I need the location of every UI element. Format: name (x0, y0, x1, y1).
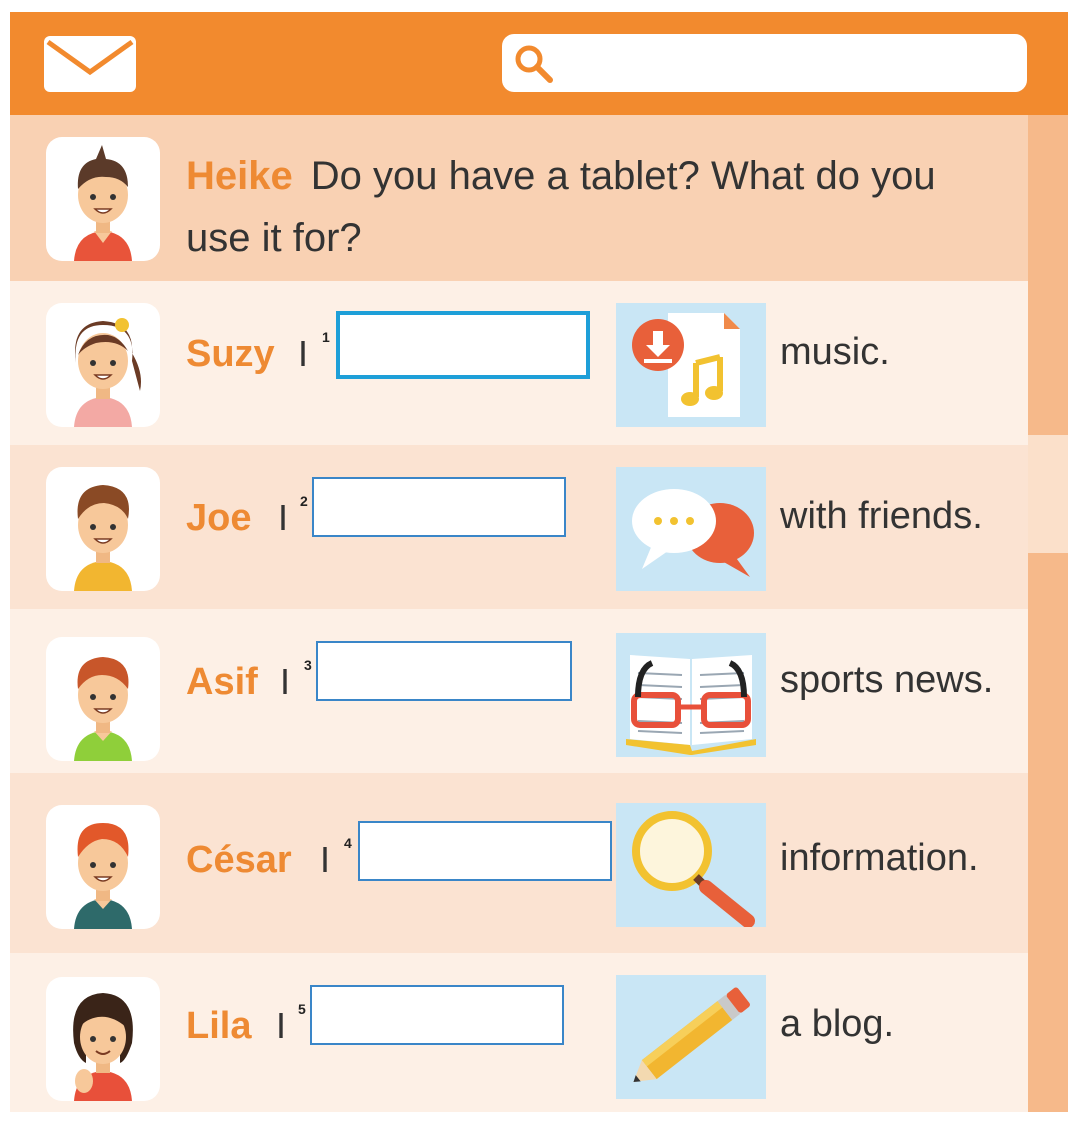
question-body: Do you have a tablet? What do you use it… (186, 154, 936, 260)
answer-row: Suzy I 1 music. (10, 281, 1028, 445)
answer-row: Asif I 3 sports news. (10, 609, 1028, 773)
answer-ending: sports news. (780, 659, 994, 701)
picture-frame (616, 467, 766, 591)
pronoun: I (298, 333, 309, 374)
blank-number: 2 (300, 493, 308, 509)
top-bar (10, 12, 1068, 115)
blank-number: 1 (322, 329, 330, 345)
picture-frame (616, 803, 766, 927)
pencil-icon (633, 987, 750, 1082)
avatar-suzy (46, 303, 160, 427)
answer-field-2[interactable] (312, 477, 566, 537)
answer-name: Lila (186, 1005, 252, 1047)
avatar-joe (46, 467, 160, 591)
blank-number: 4 (344, 835, 352, 851)
answer-field-4[interactable] (358, 821, 612, 881)
pronoun: I (320, 839, 331, 880)
search-box[interactable] (502, 34, 1027, 92)
answer-ending: a blog. (780, 1003, 895, 1045)
avatar-cesar (46, 805, 160, 929)
avatar-heike (46, 137, 160, 261)
question-message: Heike Do you have a tablet? What do you u… (10, 115, 1028, 281)
question-text: Heike Do you have a tablet? What do you u… (186, 145, 996, 269)
scrollbar[interactable] (1028, 115, 1068, 1112)
book-glasses-icon (626, 655, 756, 755)
magnifier-icon (632, 811, 755, 927)
answer-field-1[interactable] (336, 311, 590, 379)
answer-ending: with friends. (780, 495, 983, 537)
pronoun: I (280, 661, 291, 702)
mail-icon[interactable] (42, 34, 138, 94)
chat-bubbles-icon (632, 489, 754, 577)
answer-row: Lila I 5 a blog. (10, 953, 1028, 1112)
pronoun: I (276, 1005, 287, 1046)
answer-field-5[interactable] (310, 985, 564, 1045)
picture-frame (616, 975, 766, 1099)
answer-name: Joe (186, 497, 252, 539)
scroll-thumb[interactable] (1028, 435, 1068, 553)
answer-row: César I 4 information. (10, 773, 1028, 953)
blank-number: 3 (304, 657, 312, 673)
search-icon[interactable] (512, 42, 556, 86)
search-input[interactable] (562, 44, 1016, 84)
picture-frame (616, 303, 766, 427)
chat-window: Heike Do you have a tablet? What do you u… (10, 12, 1068, 1112)
answer-row: Joe I 2 with friends. (10, 445, 1028, 609)
sender-name: Heike (186, 154, 293, 198)
answer-name: Asif (186, 661, 258, 703)
avatar-lila (46, 977, 160, 1101)
answer-ending: information. (780, 837, 979, 879)
avatar-asif (46, 637, 160, 761)
picture-frame (616, 633, 766, 757)
pronoun: I (278, 497, 289, 538)
answer-field-3[interactable] (316, 641, 572, 701)
answer-name: César (186, 839, 292, 881)
answer-ending: music. (780, 331, 890, 373)
answer-name: Suzy (186, 333, 275, 375)
music-download-icon (632, 313, 740, 417)
blank-number: 5 (298, 1001, 306, 1017)
